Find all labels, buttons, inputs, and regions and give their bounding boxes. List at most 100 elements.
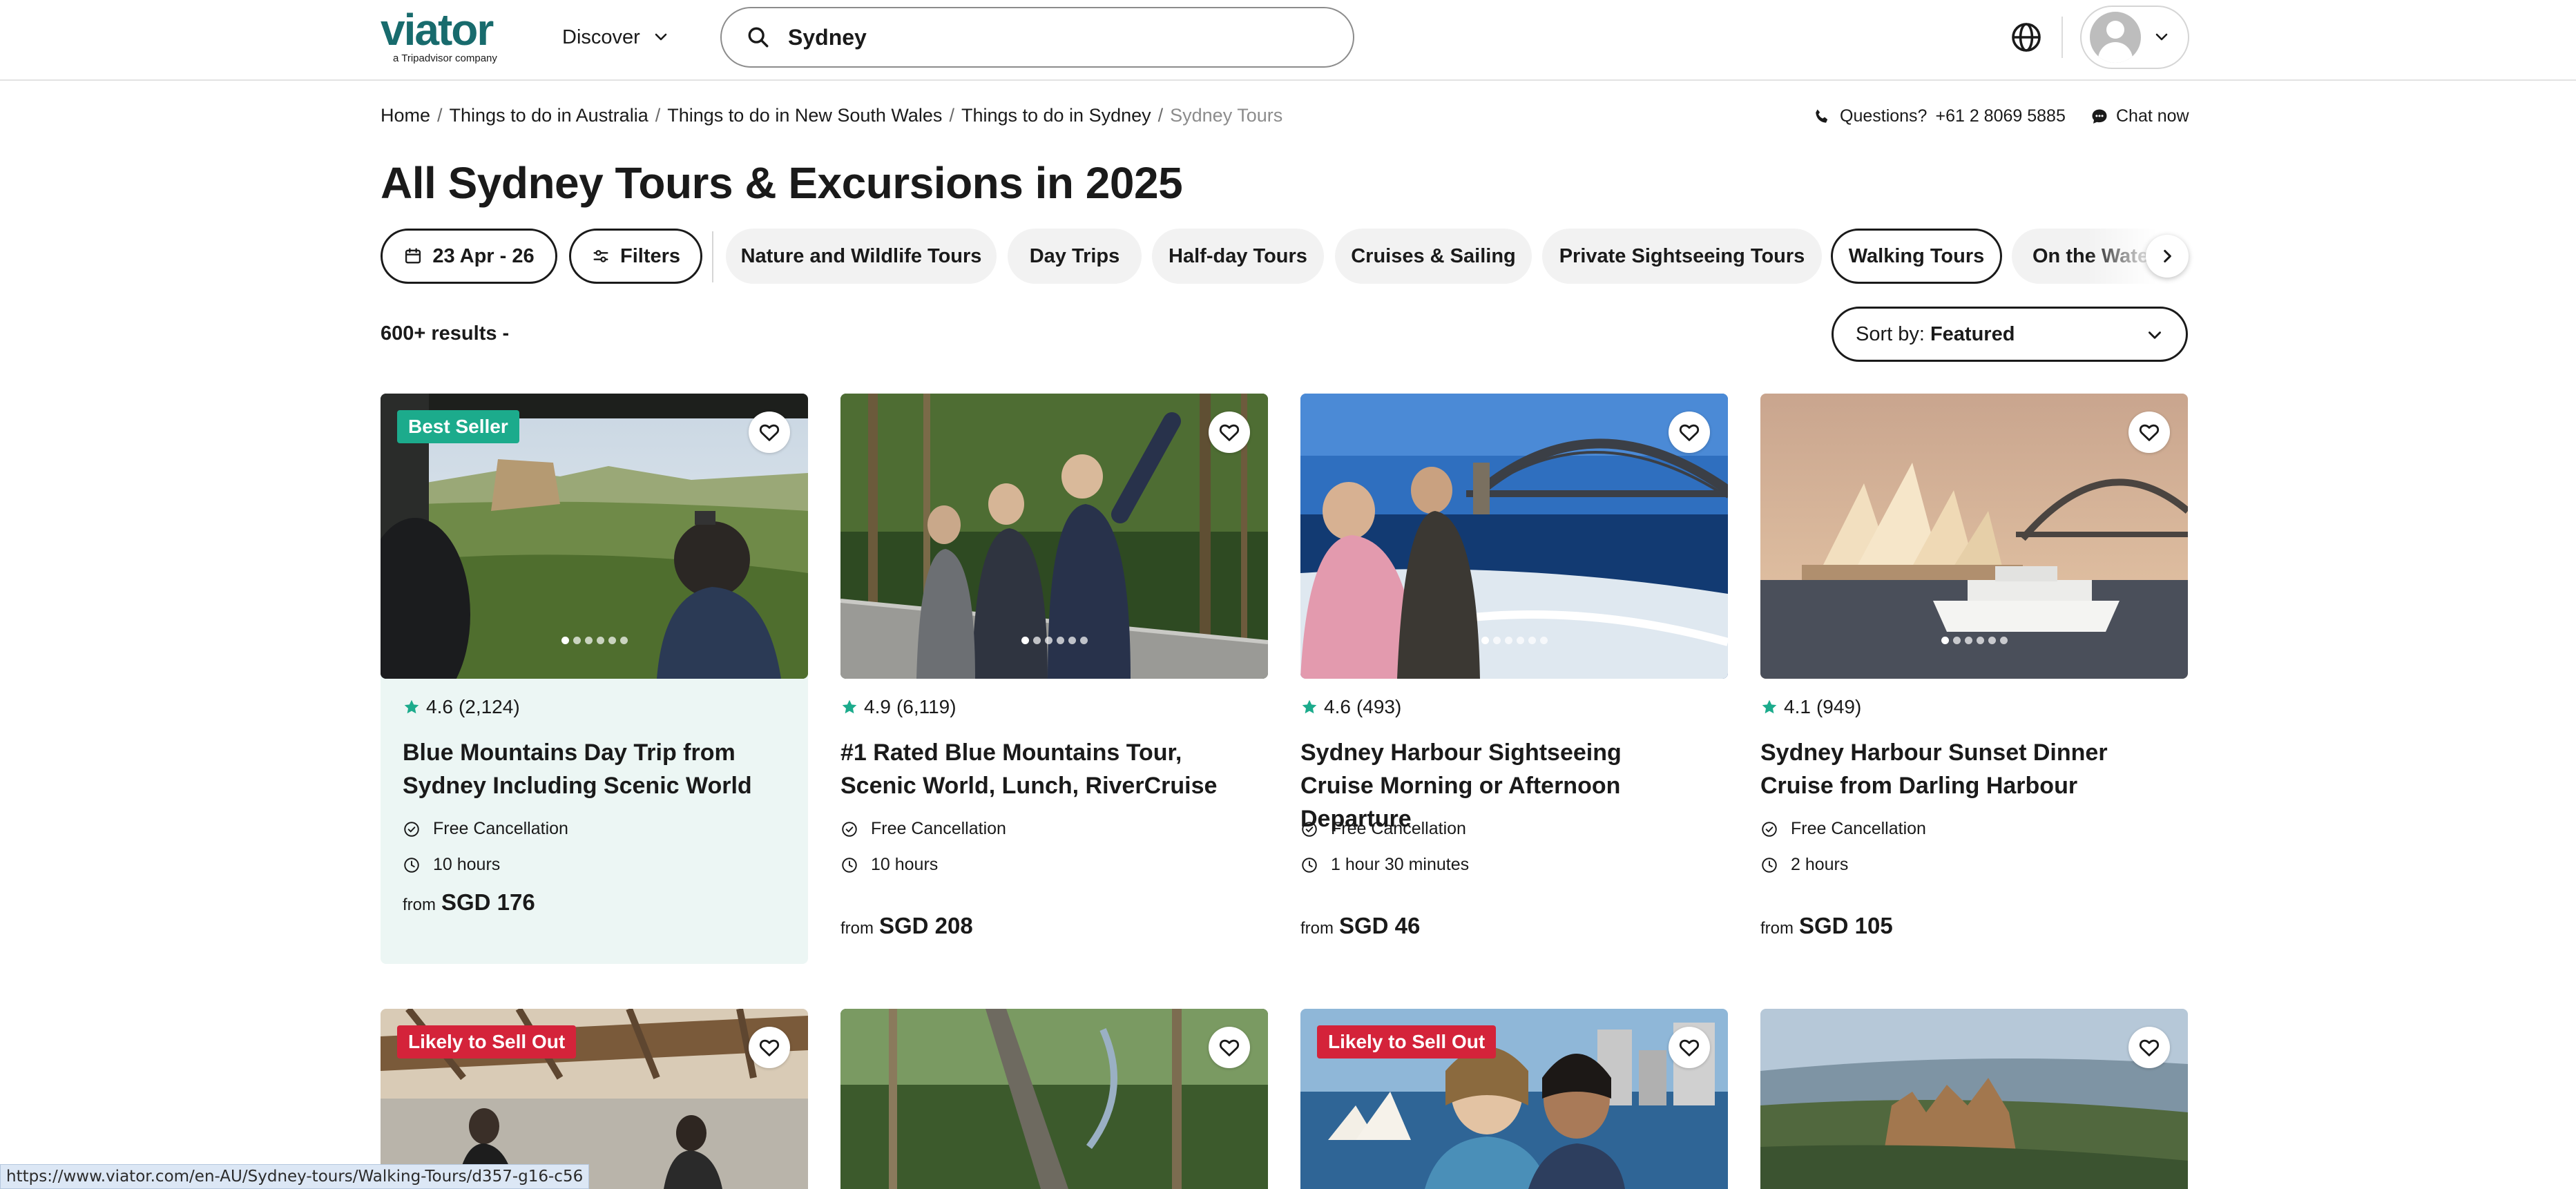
review-count: (2,124) xyxy=(458,696,520,717)
rating-value: 4.6 xyxy=(1324,696,1351,717)
heart-icon xyxy=(759,1039,780,1056)
product-card[interactable]: Likely to Sell Out xyxy=(381,1009,808,1189)
sort-dropdown[interactable]: Sort by: Featured xyxy=(1832,307,2188,362)
product-card[interactable]: Likely to Sell Out xyxy=(1300,1009,1728,1189)
price: from SGD 208 xyxy=(840,913,973,939)
chip-cruises-sailing[interactable]: Cruises & Sailing xyxy=(1335,229,1532,284)
browser-status-bar: https://www.viator.com/en-AU/Sydney-tour… xyxy=(0,1164,590,1189)
chat-bubble-icon xyxy=(2092,109,2107,124)
filters-button[interactable]: Filters xyxy=(569,229,702,284)
wishlist-button[interactable] xyxy=(2128,412,2170,453)
breadcrumb-home[interactable]: Home xyxy=(381,105,430,126)
discover-label: Discover xyxy=(562,26,640,48)
forest-railway-photo xyxy=(840,1009,1268,1189)
best-seller-badge: Best Seller xyxy=(397,410,519,443)
chips-divider xyxy=(712,231,713,282)
chip-day-trips[interactable]: Day Trips xyxy=(1008,229,1142,284)
clock-icon xyxy=(842,857,857,873)
wishlist-button[interactable] xyxy=(1209,1027,1250,1068)
chip-walking-tours[interactable]: Walking Tours xyxy=(1831,229,2002,284)
image-carousel-dots[interactable] xyxy=(1300,637,1728,644)
chevron-down-icon xyxy=(2149,331,2161,339)
breadcrumb-separator: / xyxy=(1157,105,1164,126)
rating: 4.6 (2,124) xyxy=(403,696,520,718)
product-card[interactable]: Best Seller 4.6 (2,124) Blue Mountains D… xyxy=(381,394,808,964)
product-title[interactable]: Sydney Harbour Sunset Dinner Cruise from… xyxy=(1760,736,2147,802)
viator-logo[interactable]: viator a Tripadvisor company xyxy=(381,8,519,64)
discover-menu[interactable]: Discover xyxy=(562,22,669,52)
chevron-right-icon xyxy=(2164,249,2171,263)
check-circle-icon xyxy=(1762,821,1777,837)
duration: 2 hours xyxy=(1760,855,1848,875)
page-title: All Sydney Tours & Excursions in 2025 xyxy=(381,158,1183,208)
phone-icon xyxy=(1816,109,1828,123)
product-card[interactable]: 4.9 (6,119) #1 Rated Blue Mountains Tour… xyxy=(840,394,1268,964)
wishlist-button[interactable] xyxy=(749,1027,790,1068)
product-card[interactable] xyxy=(1760,1009,2188,1189)
check-circle-icon xyxy=(404,821,419,837)
rating: 4.9 (6,119) xyxy=(840,696,957,718)
product-image[interactable] xyxy=(1300,394,1728,679)
breadcrumb-sydney[interactable]: Things to do in Sydney xyxy=(961,105,1151,126)
three-sisters-photo xyxy=(1760,1009,2188,1189)
chips-next-button[interactable] xyxy=(2146,235,2189,278)
help-phone[interactable]: Questions? +61 2 8069 5885 xyxy=(1812,106,2066,126)
sort-label: Sort by: xyxy=(1856,322,1925,345)
duration: 1 hour 30 minutes xyxy=(1300,855,1469,875)
price: from SGD 46 xyxy=(1300,913,1420,939)
product-image[interactable] xyxy=(840,394,1268,679)
calendar-icon xyxy=(405,248,421,264)
product-title[interactable]: Blue Mountains Day Trip from Sydney Incl… xyxy=(403,736,789,802)
product-image[interactable] xyxy=(1760,394,2188,679)
image-carousel-dots[interactable] xyxy=(840,637,1268,644)
breadcrumb-nsw[interactable]: Things to do in New South Wales xyxy=(667,105,942,126)
product-title[interactable]: #1 Rated Blue Mountains Tour, Scenic Wor… xyxy=(840,736,1227,802)
wishlist-button[interactable] xyxy=(749,412,790,453)
price: from SGD 105 xyxy=(1760,913,1893,939)
product-card[interactable]: 4.6 (493) Sydney Harbour Sightseeing Cru… xyxy=(1300,394,1728,964)
free-cancellation-label: Free Cancellation xyxy=(1791,819,1926,838)
rating-value: 4.9 xyxy=(864,696,891,717)
globe-icon[interactable] xyxy=(2010,21,2043,54)
star-icon xyxy=(404,699,419,714)
date-picker-button[interactable]: 23 Apr - 26 xyxy=(381,229,557,284)
rating: 4.1 (949) xyxy=(1760,696,1861,718)
product-image[interactable]: Best Seller xyxy=(381,394,808,679)
sort-value: Featured xyxy=(1930,322,2015,345)
chat-now-label: Chat now xyxy=(2116,106,2189,126)
chip-half-day-tours[interactable]: Half-day Tours xyxy=(1152,229,1324,284)
product-card[interactable]: 4.1 (949) Sydney Harbour Sunset Dinner C… xyxy=(1760,394,2188,964)
filters-label: Filters xyxy=(619,244,681,267)
duration: 10 hours xyxy=(840,855,938,875)
star-icon xyxy=(1302,699,1317,714)
free-cancellation: Free Cancellation xyxy=(1300,819,1466,839)
duration-label: 10 hours xyxy=(871,855,939,874)
image-carousel-dots[interactable] xyxy=(1760,637,2188,644)
search-icon xyxy=(748,27,769,48)
image-carousel-dots[interactable] xyxy=(381,637,808,644)
search-bar[interactable] xyxy=(720,7,1354,68)
chevron-down-icon xyxy=(2155,33,2168,41)
chip-private-sightseeing[interactable]: Private Sightseeing Tours xyxy=(1542,229,1822,284)
wishlist-button[interactable] xyxy=(1209,412,1250,453)
clock-icon xyxy=(1762,857,1777,873)
chat-now-link[interactable]: Chat now xyxy=(2090,106,2189,126)
heart-icon xyxy=(1219,1039,1240,1056)
help-questions-label: Questions? xyxy=(1840,106,1928,126)
price-value: SGD 176 xyxy=(441,889,535,915)
breadcrumb-current: Sydney Tours xyxy=(1170,105,1283,126)
price-value: SGD 46 xyxy=(1339,913,1421,938)
wishlist-button[interactable] xyxy=(1669,412,1710,453)
price-prefix: from xyxy=(403,896,436,914)
account-menu[interactable] xyxy=(2080,6,2189,69)
heart-icon xyxy=(759,424,780,441)
help-phone-number[interactable]: +61 2 8069 5885 xyxy=(1935,106,2065,126)
wishlist-button[interactable] xyxy=(2128,1027,2170,1068)
wishlist-button[interactable] xyxy=(1669,1027,1710,1068)
heart-icon xyxy=(1679,1039,1700,1056)
product-card[interactable] xyxy=(840,1009,1268,1189)
free-cancellation: Free Cancellation xyxy=(840,819,1006,839)
search-input[interactable] xyxy=(788,24,1313,50)
breadcrumb-australia[interactable]: Things to do in Australia xyxy=(450,105,648,126)
chip-nature-wildlife[interactable]: Nature and Wildlife Tours xyxy=(726,229,997,284)
